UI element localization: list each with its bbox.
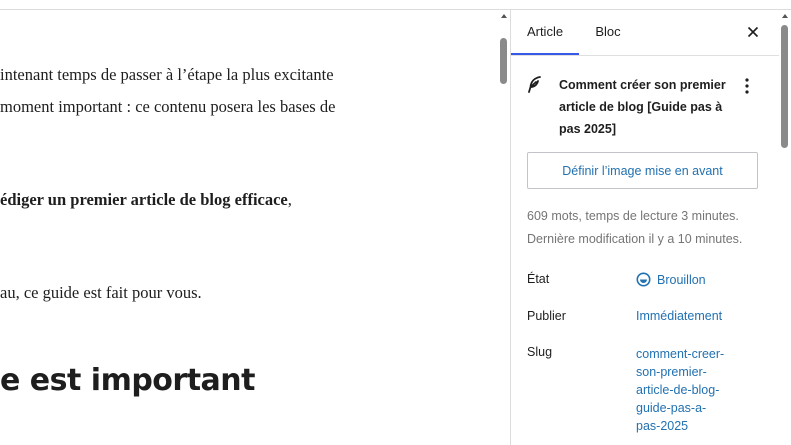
paragraph-line: moment important : ce contenu posera les… bbox=[0, 97, 336, 116]
scroll-up-arrow-icon[interactable] bbox=[501, 14, 507, 18]
settings-sidebar: Article Bloc Comment créer son premier a… bbox=[511, 10, 779, 445]
editor-canvas[interactable]: intenant temps de passer à l’étape la pl… bbox=[0, 10, 510, 445]
paragraph-line: édiger un premier article de blog effica… bbox=[0, 190, 292, 210]
last-modified-text: Dernière modification il y a 10 minutes. bbox=[527, 232, 743, 246]
status-label: État bbox=[527, 272, 550, 286]
word-count-text: 609 mots, temps de lecture 3 minutes. bbox=[527, 209, 739, 223]
top-toolbar-edge bbox=[0, 0, 791, 10]
publish-date-button[interactable]: Immédiatement bbox=[636, 309, 722, 323]
status-value: Brouillon bbox=[657, 273, 706, 287]
bold-text: édiger un premier article de blog effica… bbox=[0, 190, 288, 209]
tab-bloc[interactable]: Bloc bbox=[586, 10, 630, 55]
paragraph-line: intenant temps de passer à l’étape la pl… bbox=[0, 65, 334, 84]
publish-label: Publier bbox=[527, 309, 566, 323]
scrollbar-thumb[interactable] bbox=[500, 38, 507, 84]
slug-link[interactable]: comment-creer-son-premier-article-de-blo… bbox=[636, 345, 756, 435]
draft-status-icon bbox=[636, 272, 651, 287]
sidebar-tabs: Article Bloc bbox=[511, 10, 779, 56]
editor-scrollbar[interactable] bbox=[498, 10, 510, 445]
paragraph-text: , bbox=[287, 190, 292, 209]
set-featured-image-button[interactable]: Définir l’image mise en avant bbox=[527, 152, 758, 189]
scrollbar-thumb[interactable] bbox=[781, 25, 788, 148]
kebab-icon[interactable] bbox=[741, 76, 753, 96]
paragraph-line: au, ce guide est fait pour vous. bbox=[0, 283, 202, 302]
tab-article[interactable]: Article bbox=[511, 10, 579, 55]
slug-label: Slug bbox=[527, 345, 553, 359]
scroll-up-arrow-icon[interactable] bbox=[782, 14, 788, 18]
sidebar-scrollbar[interactable] bbox=[779, 10, 791, 445]
feather-icon bbox=[527, 76, 543, 94]
post-title: Comment créer son premier article de blo… bbox=[559, 78, 726, 136]
close-icon[interactable] bbox=[743, 22, 763, 42]
section-heading: e est important bbox=[0, 363, 256, 398]
status-toggle[interactable]: Brouillon bbox=[636, 272, 706, 287]
